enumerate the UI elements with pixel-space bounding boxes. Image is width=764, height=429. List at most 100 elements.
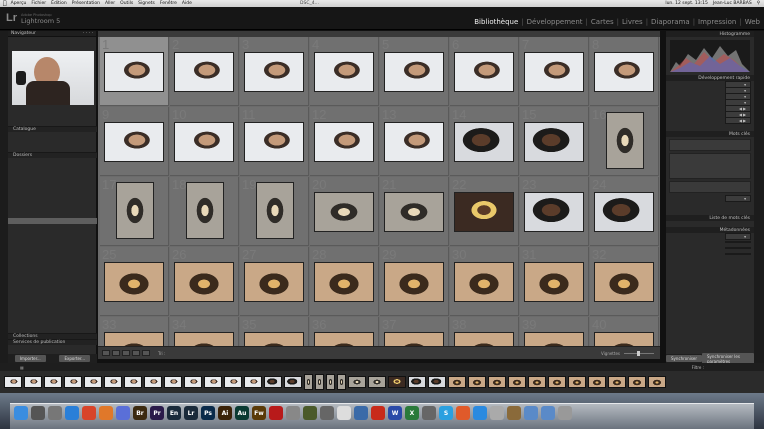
filmstrip-thumbnail[interactable] [64, 376, 82, 388]
filmstrip-thumbnail[interactable] [244, 376, 262, 388]
skype-icon[interactable]: S [439, 406, 453, 420]
grid-cell[interactable]: 4 [310, 37, 379, 106]
lightroom-icon[interactable]: Lr [184, 406, 198, 420]
photo-thumbnail[interactable] [186, 182, 224, 239]
filmstrip-thumbnail[interactable] [588, 376, 606, 388]
grid-cell[interactable]: 21 [380, 177, 449, 246]
photo-thumbnail[interactable] [384, 192, 444, 232]
menu-item[interactable]: Fenêtre [160, 1, 177, 6]
excel-icon[interactable]: X [405, 406, 419, 420]
qd-tone-field[interactable]: ◀ ▶ [725, 116, 751, 124]
filmstrip-thumbnail[interactable] [508, 376, 526, 388]
photo-thumbnail[interactable] [256, 182, 294, 239]
grid-cell[interactable]: 18 [170, 177, 239, 246]
filmstrip-thumbnail[interactable] [548, 376, 566, 388]
keyword-tags-field[interactable] [669, 139, 751, 151]
filmstrip-thumbnail[interactable] [144, 376, 162, 388]
grid-cell[interactable]: 15 [520, 107, 589, 176]
photos-icon[interactable] [286, 406, 300, 420]
keyword-set-select[interactable]: ▾ [725, 194, 751, 202]
photo-thumbnail[interactable] [606, 112, 644, 169]
menu-item[interactable]: Aperçu [11, 1, 27, 6]
grid-cell[interactable]: 10 [170, 107, 239, 176]
grid-cell[interactable]: 36 [310, 317, 379, 346]
photo-thumbnail[interactable] [104, 332, 164, 346]
filter-label[interactable]: Filtre : [692, 365, 704, 370]
filmstrip-thumbnail[interactable] [104, 376, 122, 388]
photo-thumbnail[interactable] [314, 262, 374, 302]
navigator-header[interactable]: Navigateur · · · · [8, 31, 96, 37]
histogram-header[interactable]: Histogramme [666, 31, 754, 37]
filmstrip-thumbnail[interactable] [528, 376, 546, 388]
audition-icon[interactable]: Au [235, 406, 249, 420]
menu-item[interactable]: Aide [182, 1, 192, 6]
grid-cell[interactable]: 38 [450, 317, 519, 346]
grid-cell[interactable]: 29 [380, 247, 449, 316]
finder-icon[interactable] [14, 406, 28, 420]
people-view-button[interactable] [142, 350, 150, 356]
module-develop[interactable]: Développement [527, 18, 583, 26]
folder-row[interactable] [8, 314, 97, 320]
photo-thumbnail[interactable] [174, 52, 234, 92]
grid-cell[interactable]: 25 [100, 247, 169, 316]
filmstrip-thumbnail[interactable] [428, 376, 446, 388]
photo-thumbnail[interactable] [174, 122, 234, 162]
photo-thumbnail[interactable] [104, 122, 164, 162]
photo-thumbnail[interactable] [524, 332, 584, 346]
photo-thumbnail[interactable] [594, 192, 654, 232]
itunes-icon[interactable] [116, 406, 130, 420]
filmstrip-thumbnail[interactable] [337, 374, 346, 390]
grid-cell[interactable]: 34 [170, 317, 239, 346]
secondary-display-icon[interactable]: ▦ [20, 365, 24, 370]
filmstrip-thumbnail[interactable] [608, 376, 626, 388]
app-icon[interactable] [490, 406, 504, 420]
grid-cell[interactable]: 22 [450, 177, 519, 246]
export-button[interactable]: Exporter... [59, 355, 91, 362]
grid-cell[interactable]: 6 [450, 37, 519, 106]
fireworks-icon[interactable]: Fw [252, 406, 266, 420]
grid-cell[interactable]: 27 [240, 247, 309, 316]
grid-cell[interactable]: 19 [240, 177, 309, 246]
photo-thumbnail[interactable] [454, 262, 514, 302]
menu-item[interactable]: Outils [120, 1, 133, 6]
sync-metadata-button[interactable]: Synchroniser [666, 355, 703, 362]
filmstrip-thumbnail[interactable] [284, 376, 302, 388]
grid-cell[interactable]: 3 [240, 37, 309, 106]
grid-cell[interactable]: 11 [240, 107, 309, 176]
app-icon[interactable] [303, 406, 317, 420]
grid-cell[interactable]: 32 [590, 247, 659, 316]
filmstrip-thumbnail[interactable] [488, 376, 506, 388]
grid-cell[interactable]: 33 [100, 317, 169, 346]
right-panel-toggle[interactable] [754, 31, 764, 363]
photo-thumbnail[interactable] [104, 262, 164, 302]
grid-cell[interactable]: 30 [450, 247, 519, 316]
grid-cell[interactable]: 12 [310, 107, 379, 176]
grid-cell[interactable]: 39 [520, 317, 589, 346]
module-map[interactable]: Cartes [591, 18, 614, 26]
photo-thumbnail[interactable] [314, 122, 374, 162]
module-library[interactable]: Bibliothèque [474, 18, 518, 26]
filmstrip-thumbnail[interactable] [326, 374, 335, 390]
photoshop-icon[interactable]: Ps [201, 406, 215, 420]
photo-thumbnail[interactable] [524, 52, 584, 92]
filmstrip-thumbnail[interactable] [204, 376, 222, 388]
menu-item[interactable]: Présentation [72, 1, 100, 6]
left-panel-toggle[interactable] [0, 31, 8, 363]
photo-thumbnail[interactable] [174, 332, 234, 346]
sort-label[interactable]: Tri : [158, 351, 165, 356]
launchpad-icon[interactable] [31, 406, 45, 420]
illustrator-icon[interactable]: Ai [218, 406, 232, 420]
premiere-icon[interactable]: Pr [150, 406, 164, 420]
navigator-preview[interactable] [12, 51, 94, 105]
filmstrip-thumbnail[interactable] [124, 376, 142, 388]
photo-thumbnail[interactable] [244, 332, 304, 346]
photo-thumbnail[interactable] [244, 52, 304, 92]
photo-thumbnail[interactable] [116, 182, 154, 239]
menu-item[interactable]: Aller [105, 1, 115, 6]
keywords-header[interactable]: Mots clés [666, 131, 754, 137]
grid-cell[interactable]: 37 [380, 317, 449, 346]
filmstrip-thumbnail[interactable] [315, 374, 324, 390]
grid-cell[interactable]: 17 [100, 177, 169, 246]
import-button[interactable]: Importer... [14, 355, 46, 362]
preview-icon[interactable] [320, 406, 334, 420]
